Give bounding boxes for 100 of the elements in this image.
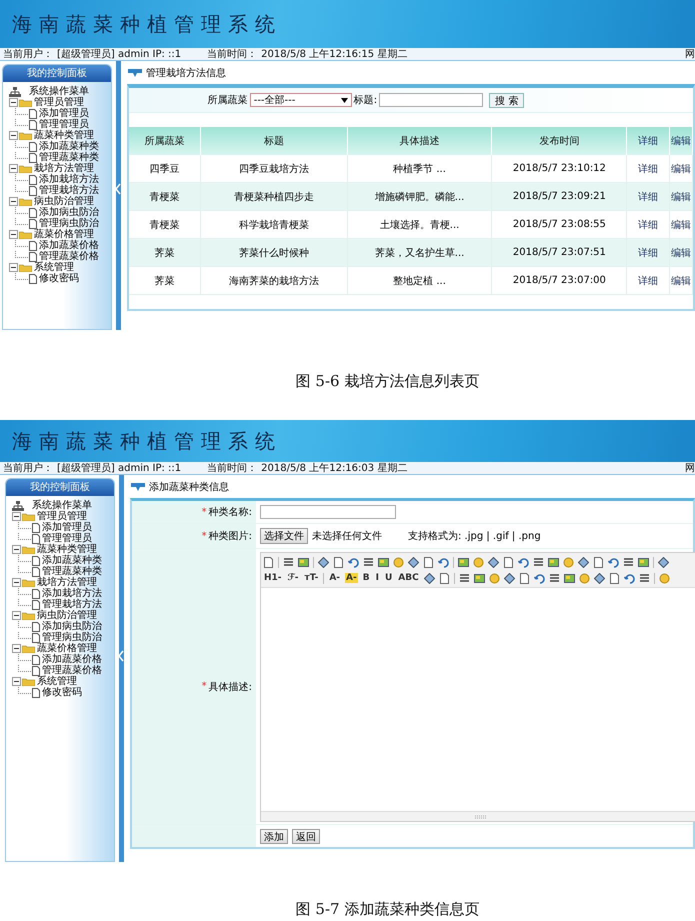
- document-icon[interactable]: [263, 556, 274, 568]
- choose-file-button[interactable]: 选择文件: [260, 528, 308, 544]
- lines-icon[interactable]: [363, 556, 374, 568]
- menu-group[interactable]: 病虫防治管理: [37, 610, 97, 621]
- rich-text-editor[interactable]: H1- ℱ- тT- A- A- B I U ABC: [260, 552, 695, 822]
- menu-group[interactable]: 蔬菜价格管理: [34, 229, 94, 240]
- diamond-icon[interactable]: [318, 556, 329, 568]
- image-icon[interactable]: [458, 556, 469, 568]
- menu-item[interactable]: 添加栽培方法: [39, 174, 99, 185]
- lines-icon[interactable]: [623, 556, 634, 568]
- row-link[interactable]: 编辑: [671, 276, 691, 286]
- menu-item[interactable]: 管理管理员: [39, 119, 89, 130]
- image-icon[interactable]: [564, 572, 575, 584]
- menu-group[interactable]: 蔬菜种类管理: [34, 130, 94, 141]
- image-icon[interactable]: [378, 556, 389, 568]
- circle-icon[interactable]: [563, 556, 574, 568]
- document-icon[interactable]: [608, 572, 620, 584]
- menu-group[interactable]: 系统管理: [34, 262, 74, 273]
- curved-arrow-icon[interactable]: [438, 556, 449, 568]
- format-button[interactable]: ℱ-: [286, 573, 300, 583]
- row-link[interactable]: 编辑: [671, 220, 691, 230]
- collapse-icon[interactable]: [12, 545, 21, 554]
- row-link[interactable]: 编辑: [671, 164, 691, 174]
- collapse-icon[interactable]: [9, 164, 18, 173]
- back-button[interactable]: 返回: [292, 828, 320, 844]
- format-button[interactable]: H1-: [263, 573, 283, 583]
- menu-item[interactable]: 修改密码: [42, 687, 82, 698]
- collapse-icon[interactable]: [12, 677, 21, 686]
- menu-item[interactable]: 管理蔬菜种类: [42, 566, 102, 577]
- menu-item[interactable]: 添加蔬菜种类: [39, 141, 99, 152]
- collapse-icon[interactable]: [12, 578, 21, 587]
- add-button[interactable]: 添加: [260, 828, 288, 844]
- menu-group[interactable]: 栽培方法管理: [34, 163, 94, 174]
- diamond-icon[interactable]: [578, 556, 589, 568]
- curved-arrow-icon[interactable]: [608, 556, 619, 568]
- row-link[interactable]: 详细: [638, 220, 658, 230]
- image-icon[interactable]: [548, 556, 559, 568]
- menu-item[interactable]: 管理蔬菜价格: [42, 665, 102, 676]
- collapse-icon[interactable]: [12, 644, 21, 653]
- row-link[interactable]: 详细: [638, 164, 658, 174]
- image-icon[interactable]: [298, 556, 309, 568]
- row-link[interactable]: 详细: [638, 248, 658, 258]
- document-icon[interactable]: [423, 556, 434, 568]
- format-button[interactable]: U: [384, 573, 394, 583]
- collapse-icon[interactable]: [12, 512, 21, 521]
- diamond-icon[interactable]: [594, 572, 605, 584]
- circle-icon[interactable]: [578, 572, 590, 584]
- header-link[interactable]: 网: [685, 47, 695, 61]
- menu-item[interactable]: 管理栽培方法: [39, 185, 99, 196]
- collapse-icon[interactable]: [9, 98, 18, 107]
- menu-item[interactable]: 修改密码: [39, 273, 79, 284]
- document-icon[interactable]: [518, 572, 530, 584]
- menu-item[interactable]: 添加病虫防治: [42, 621, 102, 632]
- diamond-icon[interactable]: [408, 556, 419, 568]
- image-icon[interactable]: [474, 572, 485, 584]
- collapse-icon[interactable]: [9, 131, 18, 140]
- format-button[interactable]: A-: [328, 573, 342, 583]
- menu-item[interactable]: 管理管理员: [42, 533, 92, 544]
- menu-item[interactable]: 添加蔬菜价格: [39, 240, 99, 251]
- format-button[interactable]: ABC: [397, 573, 420, 583]
- collapse-icon[interactable]: [9, 263, 18, 272]
- menu-item[interactable]: 管理蔬菜价格: [39, 251, 99, 262]
- document-icon[interactable]: [593, 556, 604, 568]
- menu-item[interactable]: 添加蔬菜种类: [42, 555, 102, 566]
- curved-arrow-icon[interactable]: [624, 572, 635, 584]
- vegetable-select[interactable]: ---全部---: [250, 93, 352, 107]
- menu-item[interactable]: 管理栽培方法: [42, 599, 102, 610]
- menu-item[interactable]: 添加蔬菜价格: [42, 654, 102, 665]
- name-input[interactable]: [260, 505, 396, 519]
- menu-item[interactable]: 管理病虫防治: [39, 218, 99, 229]
- menu-item[interactable]: 添加栽培方法: [42, 588, 102, 599]
- collapse-icon[interactable]: [9, 197, 18, 206]
- row-link[interactable]: 详细: [638, 192, 658, 202]
- curved-arrow-icon[interactable]: [348, 556, 359, 568]
- format-button[interactable]: B: [362, 573, 371, 583]
- resize-grip-icon[interactable]: [475, 814, 487, 818]
- image-icon[interactable]: [638, 556, 649, 568]
- title-input[interactable]: [379, 93, 484, 107]
- menu-item[interactable]: 添加病虫防治: [39, 207, 99, 218]
- menu-item[interactable]: 管理病虫防治: [42, 632, 102, 643]
- lines-icon[interactable]: [283, 556, 294, 568]
- search-button[interactable]: 搜 索: [489, 92, 524, 108]
- format-button[interactable]: I: [374, 573, 380, 583]
- header-link[interactable]: 网: [685, 461, 695, 475]
- curved-arrow-icon[interactable]: [534, 572, 545, 584]
- diamond-icon[interactable]: [424, 572, 435, 584]
- format-button[interactable]: тT-: [304, 573, 320, 583]
- lines-icon[interactable]: [548, 572, 560, 584]
- collapse-icon[interactable]: [9, 230, 18, 239]
- diamond-icon[interactable]: [658, 556, 669, 568]
- document-icon[interactable]: [333, 556, 344, 568]
- menu-group[interactable]: 蔬菜种类管理: [37, 544, 97, 555]
- collapse-icon[interactable]: [12, 611, 21, 620]
- menu-group[interactable]: 系统管理: [37, 676, 77, 687]
- menu-group[interactable]: 栽培方法管理: [37, 577, 97, 588]
- diamond-icon[interactable]: [504, 572, 515, 584]
- lines-icon[interactable]: [533, 556, 544, 568]
- circle-icon[interactable]: [393, 556, 404, 568]
- circle-icon[interactable]: [473, 556, 484, 568]
- lines-icon[interactable]: [638, 572, 650, 584]
